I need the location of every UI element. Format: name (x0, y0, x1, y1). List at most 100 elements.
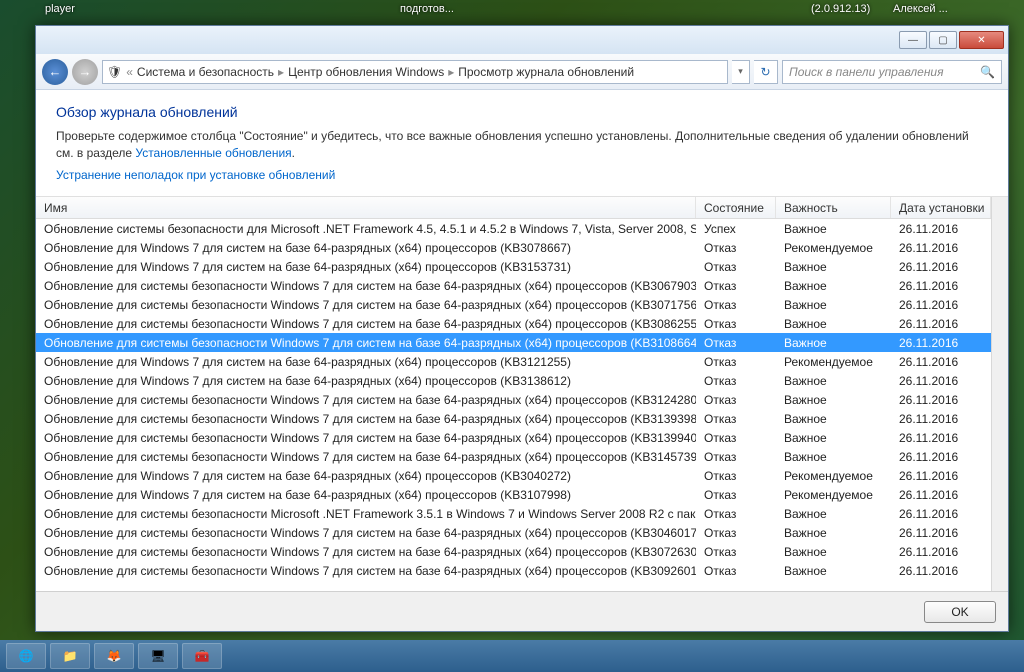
cell-status: Успех (696, 219, 776, 238)
cell-name: Обновление для системы безопасности Wind… (36, 333, 696, 352)
minimize-button[interactable]: — (899, 31, 927, 49)
forward-button[interactable]: → (72, 59, 98, 85)
cell-date: 26.11.2016 (891, 238, 991, 257)
cell-date: 26.11.2016 (891, 485, 991, 504)
chevron-right-icon: ▸ (278, 65, 284, 79)
cell-name: Обновление системы безопасности для Micr… (36, 219, 696, 238)
taskbar-firefox-icon[interactable]: 🦊 (94, 643, 134, 669)
table-row[interactable]: Обновление для системы безопасности Wind… (36, 295, 991, 314)
cell-importance: Рекомендуемое (776, 352, 891, 371)
cell-status: Отказ (696, 447, 776, 466)
cell-date: 26.11.2016 (891, 352, 991, 371)
cell-date: 26.11.2016 (891, 428, 991, 447)
cell-importance: Важное (776, 409, 891, 428)
desc-text: . (292, 146, 295, 160)
cell-name: Обновление для Windows 7 для систем на б… (36, 485, 696, 504)
column-header-status[interactable]: Состояние (696, 197, 776, 218)
list-body[interactable]: Обновление системы безопасности для Micr… (36, 219, 991, 591)
breadcrumb-item[interactable]: Система и безопасность (137, 65, 274, 79)
table-row[interactable]: Обновление для системы безопасности Wind… (36, 333, 991, 352)
page-title: Обзор журнала обновлений (56, 104, 988, 120)
cell-importance: Рекомендуемое (776, 238, 891, 257)
cell-date: 26.11.2016 (891, 466, 991, 485)
maximize-button[interactable]: ▢ (929, 31, 957, 49)
cell-status: Отказ (696, 371, 776, 390)
table-row[interactable]: Обновление для системы безопасности Wind… (36, 428, 991, 447)
taskbar-app-icon[interactable]: 🧰 (182, 643, 222, 669)
cell-importance: Важное (776, 542, 891, 561)
navbar: ← → 🛡 « Система и безопасность ▸ Центр о… (36, 54, 1008, 90)
table-row[interactable]: Обновление для системы безопасности Wind… (36, 542, 991, 561)
cell-importance: Важное (776, 428, 891, 447)
close-button[interactable]: ✕ (959, 31, 1004, 49)
cell-date: 26.11.2016 (891, 523, 991, 542)
breadcrumb-dropdown[interactable]: ▾ (732, 60, 750, 84)
desktop-icon-label: (2.0.912.13) (811, 3, 870, 15)
troubleshoot-link[interactable]: Устранение неполадок при установке обнов… (56, 168, 335, 182)
search-icon: 🔍 (980, 65, 995, 79)
table-row[interactable]: Обновление для системы безопасности Wind… (36, 276, 991, 295)
cell-importance: Важное (776, 390, 891, 409)
cell-date: 26.11.2016 (891, 276, 991, 295)
back-button[interactable]: ← (42, 59, 68, 85)
cell-name: Обновление для системы безопасности Micr… (36, 504, 696, 523)
pane-header: Обзор журнала обновлений Проверьте содер… (36, 90, 1008, 192)
table-row[interactable]: Обновление для системы безопасности Wind… (36, 447, 991, 466)
table-row[interactable]: Обновление для Windows 7 для систем на б… (36, 485, 991, 504)
breadcrumb-item[interactable]: Просмотр журнала обновлений (458, 65, 634, 79)
table-row[interactable]: Обновление для Windows 7 для систем на б… (36, 257, 991, 276)
table-row[interactable]: Обновление для Windows 7 для систем на б… (36, 352, 991, 371)
cell-importance: Важное (776, 257, 891, 276)
breadcrumb-item[interactable]: Центр обновления Windows (288, 65, 444, 79)
taskbar[interactable]: 🌐 📁 🦊 🖥 🧰 (0, 640, 1024, 672)
dialog-footer: OK (36, 591, 1008, 631)
cell-status: Отказ (696, 390, 776, 409)
ok-button[interactable]: OK (924, 601, 996, 623)
cell-importance: Важное (776, 504, 891, 523)
table-row[interactable]: Обновление для системы безопасности Wind… (36, 390, 991, 409)
column-header-date[interactable]: Дата установки (891, 197, 991, 218)
cell-importance: Важное (776, 523, 891, 542)
cell-importance: Рекомендуемое (776, 466, 891, 485)
taskbar-explorer-icon[interactable]: 📁 (50, 643, 90, 669)
cell-status: Отказ (696, 485, 776, 504)
cell-name: Обновление для Windows 7 для систем на б… (36, 257, 696, 276)
table-row[interactable]: Обновление системы безопасности для Micr… (36, 219, 991, 238)
cell-name: Обновление для Windows 7 для систем на б… (36, 466, 696, 485)
taskbar-ie-icon[interactable]: 🌐 (6, 643, 46, 669)
cell-name: Обновление для системы безопасности Wind… (36, 276, 696, 295)
table-row[interactable]: Обновление для Windows 7 для систем на б… (36, 238, 991, 257)
cell-name: Обновление для системы безопасности Wind… (36, 447, 696, 466)
refresh-button[interactable]: ↻ (754, 60, 778, 84)
table-row[interactable]: Обновление для системы безопасности Wind… (36, 561, 991, 580)
table-row[interactable]: Обновление для системы безопасности Wind… (36, 314, 991, 333)
search-placeholder: Поиск в панели управления (789, 65, 944, 79)
cell-status: Отказ (696, 542, 776, 561)
content-pane: Обзор журнала обновлений Проверьте содер… (36, 90, 1008, 631)
column-header-importance[interactable]: Важность (776, 197, 891, 218)
cell-name: Обновление для системы безопасности Wind… (36, 295, 696, 314)
table-row[interactable]: Обновление для системы безопасности Wind… (36, 409, 991, 428)
cell-name: Обновление для Windows 7 для систем на б… (36, 352, 696, 371)
cell-name: Обновление для системы безопасности Wind… (36, 409, 696, 428)
column-header-name[interactable]: Имя (36, 197, 696, 218)
breadcrumb[interactable]: 🛡 « Система и безопасность ▸ Центр обнов… (102, 60, 728, 84)
cell-importance: Важное (776, 333, 891, 352)
control-panel-icon: 🛡 (107, 65, 122, 79)
table-row[interactable]: Обновление для Windows 7 для систем на б… (36, 371, 991, 390)
cell-name: Обновление для системы безопасности Wind… (36, 561, 696, 580)
table-row[interactable]: Обновление для системы безопасности Micr… (36, 504, 991, 523)
update-history-window: — ▢ ✕ ← → 🛡 « Система и безопасность ▸ Ц… (35, 25, 1009, 632)
cell-importance: Важное (776, 295, 891, 314)
taskbar-app-icon[interactable]: 🖥 (138, 643, 178, 669)
cell-status: Отказ (696, 352, 776, 371)
search-input[interactable]: Поиск в панели управления 🔍 (782, 60, 1002, 84)
cell-importance: Рекомендуемое (776, 485, 891, 504)
scrollbar[interactable] (991, 197, 1008, 591)
cell-importance: Важное (776, 219, 891, 238)
cell-importance: Важное (776, 371, 891, 390)
cell-date: 26.11.2016 (891, 447, 991, 466)
installed-updates-link[interactable]: Установленные обновления (135, 146, 291, 160)
table-row[interactable]: Обновление для системы безопасности Wind… (36, 523, 991, 542)
table-row[interactable]: Обновление для Windows 7 для систем на б… (36, 466, 991, 485)
